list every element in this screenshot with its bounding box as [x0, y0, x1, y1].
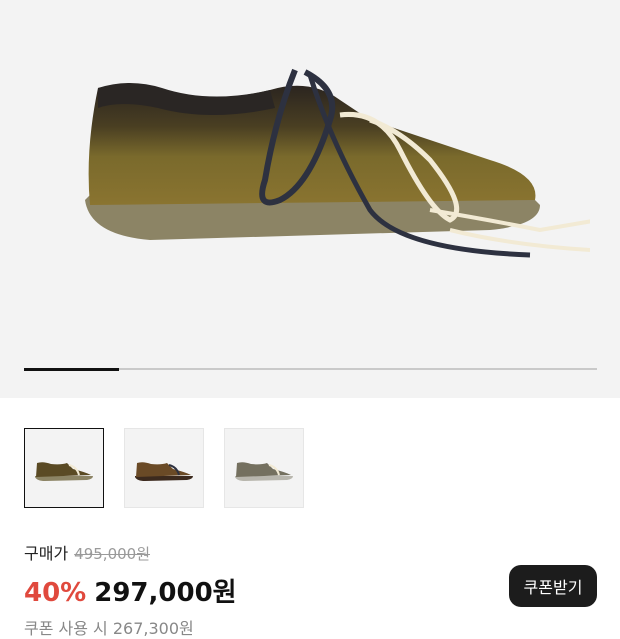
price-block: 구매가 495,000원 40% 297,000원 쿠폰 사용 시 267,30…	[24, 540, 237, 639]
gallery-progress-track	[24, 367, 597, 371]
purchase-price-label: 구매가	[24, 544, 69, 563]
thumbnail-shoe-icon	[235, 462, 293, 481]
product-image-gallery[interactable]	[0, 0, 620, 398]
thumbnail-3[interactable]	[224, 428, 304, 508]
sale-price: 297,000원	[94, 578, 237, 608]
original-price: 495,000원	[74, 545, 151, 563]
sale-price-row: 40% 297,000원	[24, 572, 237, 609]
product-shoe-image	[85, 68, 590, 258]
thumbnail-shoe-icon	[135, 462, 193, 481]
thumbnail-2[interactable]	[124, 428, 204, 508]
thumbnail-1[interactable]	[24, 428, 104, 508]
get-coupon-button[interactable]: 쿠폰받기	[509, 565, 597, 607]
thumbnail-strip	[24, 428, 304, 508]
discount-rate: 40%	[24, 578, 87, 608]
coupon-price: 쿠폰 사용 시 267,300원	[24, 619, 194, 638]
thumbnail-shoe-icon	[35, 462, 93, 481]
purchase-price-row: 구매가 495,000원	[24, 540, 237, 564]
gallery-progress-fill	[24, 367, 119, 371]
